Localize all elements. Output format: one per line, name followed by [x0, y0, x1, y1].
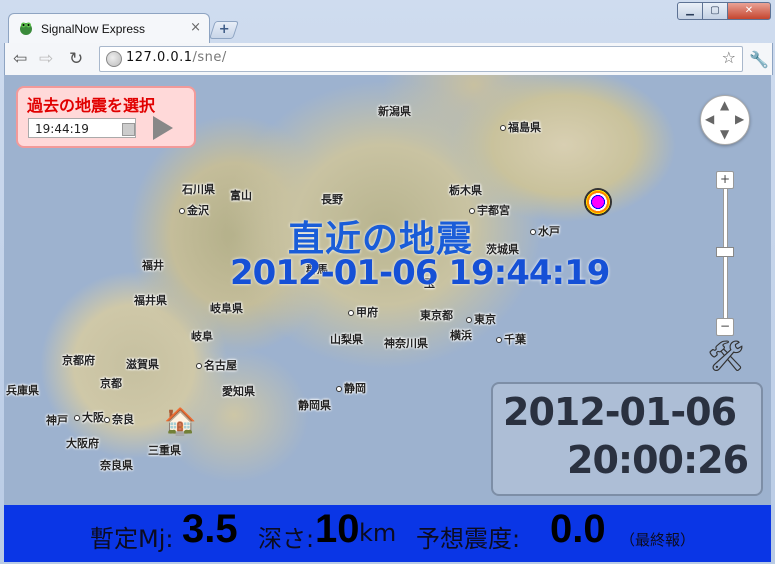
current-date: 2012-01-06 [503, 390, 737, 434]
pan-up-icon[interactable]: ▲ [720, 98, 729, 112]
city-label: 金沢 [179, 202, 209, 218]
city-label: 福井県 [134, 294, 167, 307]
depth-unit: km [359, 519, 397, 547]
pan-right-icon[interactable]: ▶ [735, 112, 744, 126]
home-location-icon[interactable]: 🏠 [164, 407, 196, 437]
city-label: 名古屋 [196, 357, 237, 373]
globe-icon [106, 51, 122, 67]
tab-title: SignalNow Express [41, 22, 146, 36]
city-label: 兵庫県 [6, 384, 39, 397]
back-icon[interactable]: ⇦ [13, 49, 27, 69]
intensity-label: 予想震度: [416, 525, 521, 553]
plus-icon: + [218, 22, 230, 37]
depth-value: 10 [315, 507, 360, 551]
city-label: 長野 [321, 193, 343, 206]
intensity-value: 0.0 [550, 507, 606, 551]
browser-tab[interactable]: SignalNow Express × [8, 13, 210, 44]
city-label: 福島県 [500, 119, 541, 135]
zoom-in-button[interactable]: + [716, 171, 734, 189]
zoom-slider-handle[interactable] [716, 247, 734, 257]
wrench-icon[interactable]: 🔧 [749, 50, 769, 69]
close-window-button[interactable]: ✕ [727, 2, 771, 20]
frog-favicon-icon [20, 22, 32, 35]
city-label: 宇都宮 [469, 202, 510, 218]
new-tab-button[interactable]: + [209, 21, 239, 39]
map-view[interactable]: 新潟県 福島県 石川県 富山 長野 栃木県 金沢 宇都宮 水戸 茨城県 福井 群… [4, 75, 771, 505]
city-label: 奈良 [104, 411, 134, 427]
city-label: 福井 [142, 259, 164, 272]
calendar-icon[interactable] [122, 123, 135, 136]
magnitude-value: 3.5 [182, 507, 238, 551]
magnitude-label: 暫定Mj: [90, 525, 174, 553]
forward-icon[interactable]: ⇨ [39, 49, 53, 69]
current-time: 20:00:26 [567, 438, 749, 482]
city-label: 岐阜県 [210, 302, 243, 315]
city-label: 栃木県 [449, 184, 482, 197]
current-time-panel: 2012-01-06 20:00:26 [491, 382, 763, 496]
city-label: 東京都 [420, 309, 453, 322]
city-label: 千葉 [496, 331, 526, 347]
city-label: 大阪 [74, 409, 104, 425]
url-text[interactable]: 127.0.0.1/sne/ [126, 50, 227, 65]
play-button[interactable] [153, 116, 173, 140]
past-quake-panel: 過去の地震を選択 19:44:19 [16, 86, 196, 148]
epicenter-marker-icon[interactable] [584, 188, 612, 216]
minimize-button[interactable]: ▁ [677, 2, 703, 20]
city-label: 静岡 [336, 380, 366, 396]
address-bar[interactable]: 127.0.0.1/sne/ ☆ [99, 46, 743, 72]
city-label: 横浜 [450, 329, 472, 342]
city-label: 東京 [466, 311, 496, 327]
city-label: 石川県 [182, 183, 215, 196]
reload-icon[interactable]: ↻ [69, 49, 83, 69]
city-label: 神奈川県 [384, 337, 428, 350]
pan-down-icon[interactable]: ▼ [720, 127, 729, 141]
city-label: 神戸 [46, 414, 68, 427]
final-report-note: （最終報） [620, 531, 696, 549]
pan-left-icon[interactable]: ◀ [705, 112, 714, 126]
city-label: 滋賀県 [126, 358, 159, 371]
city-label: 京都府 [62, 354, 95, 367]
past-quake-label: 過去の地震を選択 [27, 96, 156, 115]
past-quake-time-input[interactable]: 19:44:19 [28, 118, 136, 138]
city-label: 大阪府 [66, 437, 99, 450]
city-label: 岐阜 [191, 330, 213, 343]
zoom-out-button[interactable]: − [716, 318, 734, 336]
city-label: 甲府 [348, 304, 378, 320]
depth-label: 深さ: [258, 525, 315, 553]
city-label: 新潟県 [378, 105, 411, 118]
city-label: 三重県 [148, 444, 181, 457]
city-label: 奈良県 [100, 459, 133, 472]
city-label: 愛知県 [222, 385, 255, 398]
city-label: 水戸 [530, 223, 560, 239]
star-icon[interactable]: ☆ [722, 48, 736, 67]
city-label: 京都 [100, 377, 122, 390]
maximize-button[interactable]: ▢ [702, 2, 728, 20]
url-path: /sne/ [192, 50, 227, 65]
url-host: 127.0.0.1 [126, 50, 193, 65]
city-label: 静岡県 [298, 399, 331, 412]
browser-window: ▁ ▢ ✕ SignalNow Express × + ⇦ ⇨ ↻ 127.0.… [0, 0, 775, 564]
tab-close-icon[interactable]: × [190, 20, 201, 35]
browser-toolbar: ⇦ ⇨ ↻ 127.0.0.1/sne/ ☆ 🔧 [4, 43, 773, 75]
city-label: 山梨県 [330, 333, 363, 346]
pan-control[interactable]: ▲ ▼ ◀ ▶ [700, 95, 750, 145]
zoom-control: + − [716, 171, 734, 339]
latest-quake-time: 2012-01-06 19:44:19 [230, 253, 610, 293]
city-label: 富山 [230, 189, 252, 202]
quake-info-bar: 暫定Mj: 3.5 深さ: 10 km 予想震度: 0.0 （最終報） [4, 505, 771, 562]
settings-tools-icon[interactable]: 🛠 [707, 339, 745, 374]
